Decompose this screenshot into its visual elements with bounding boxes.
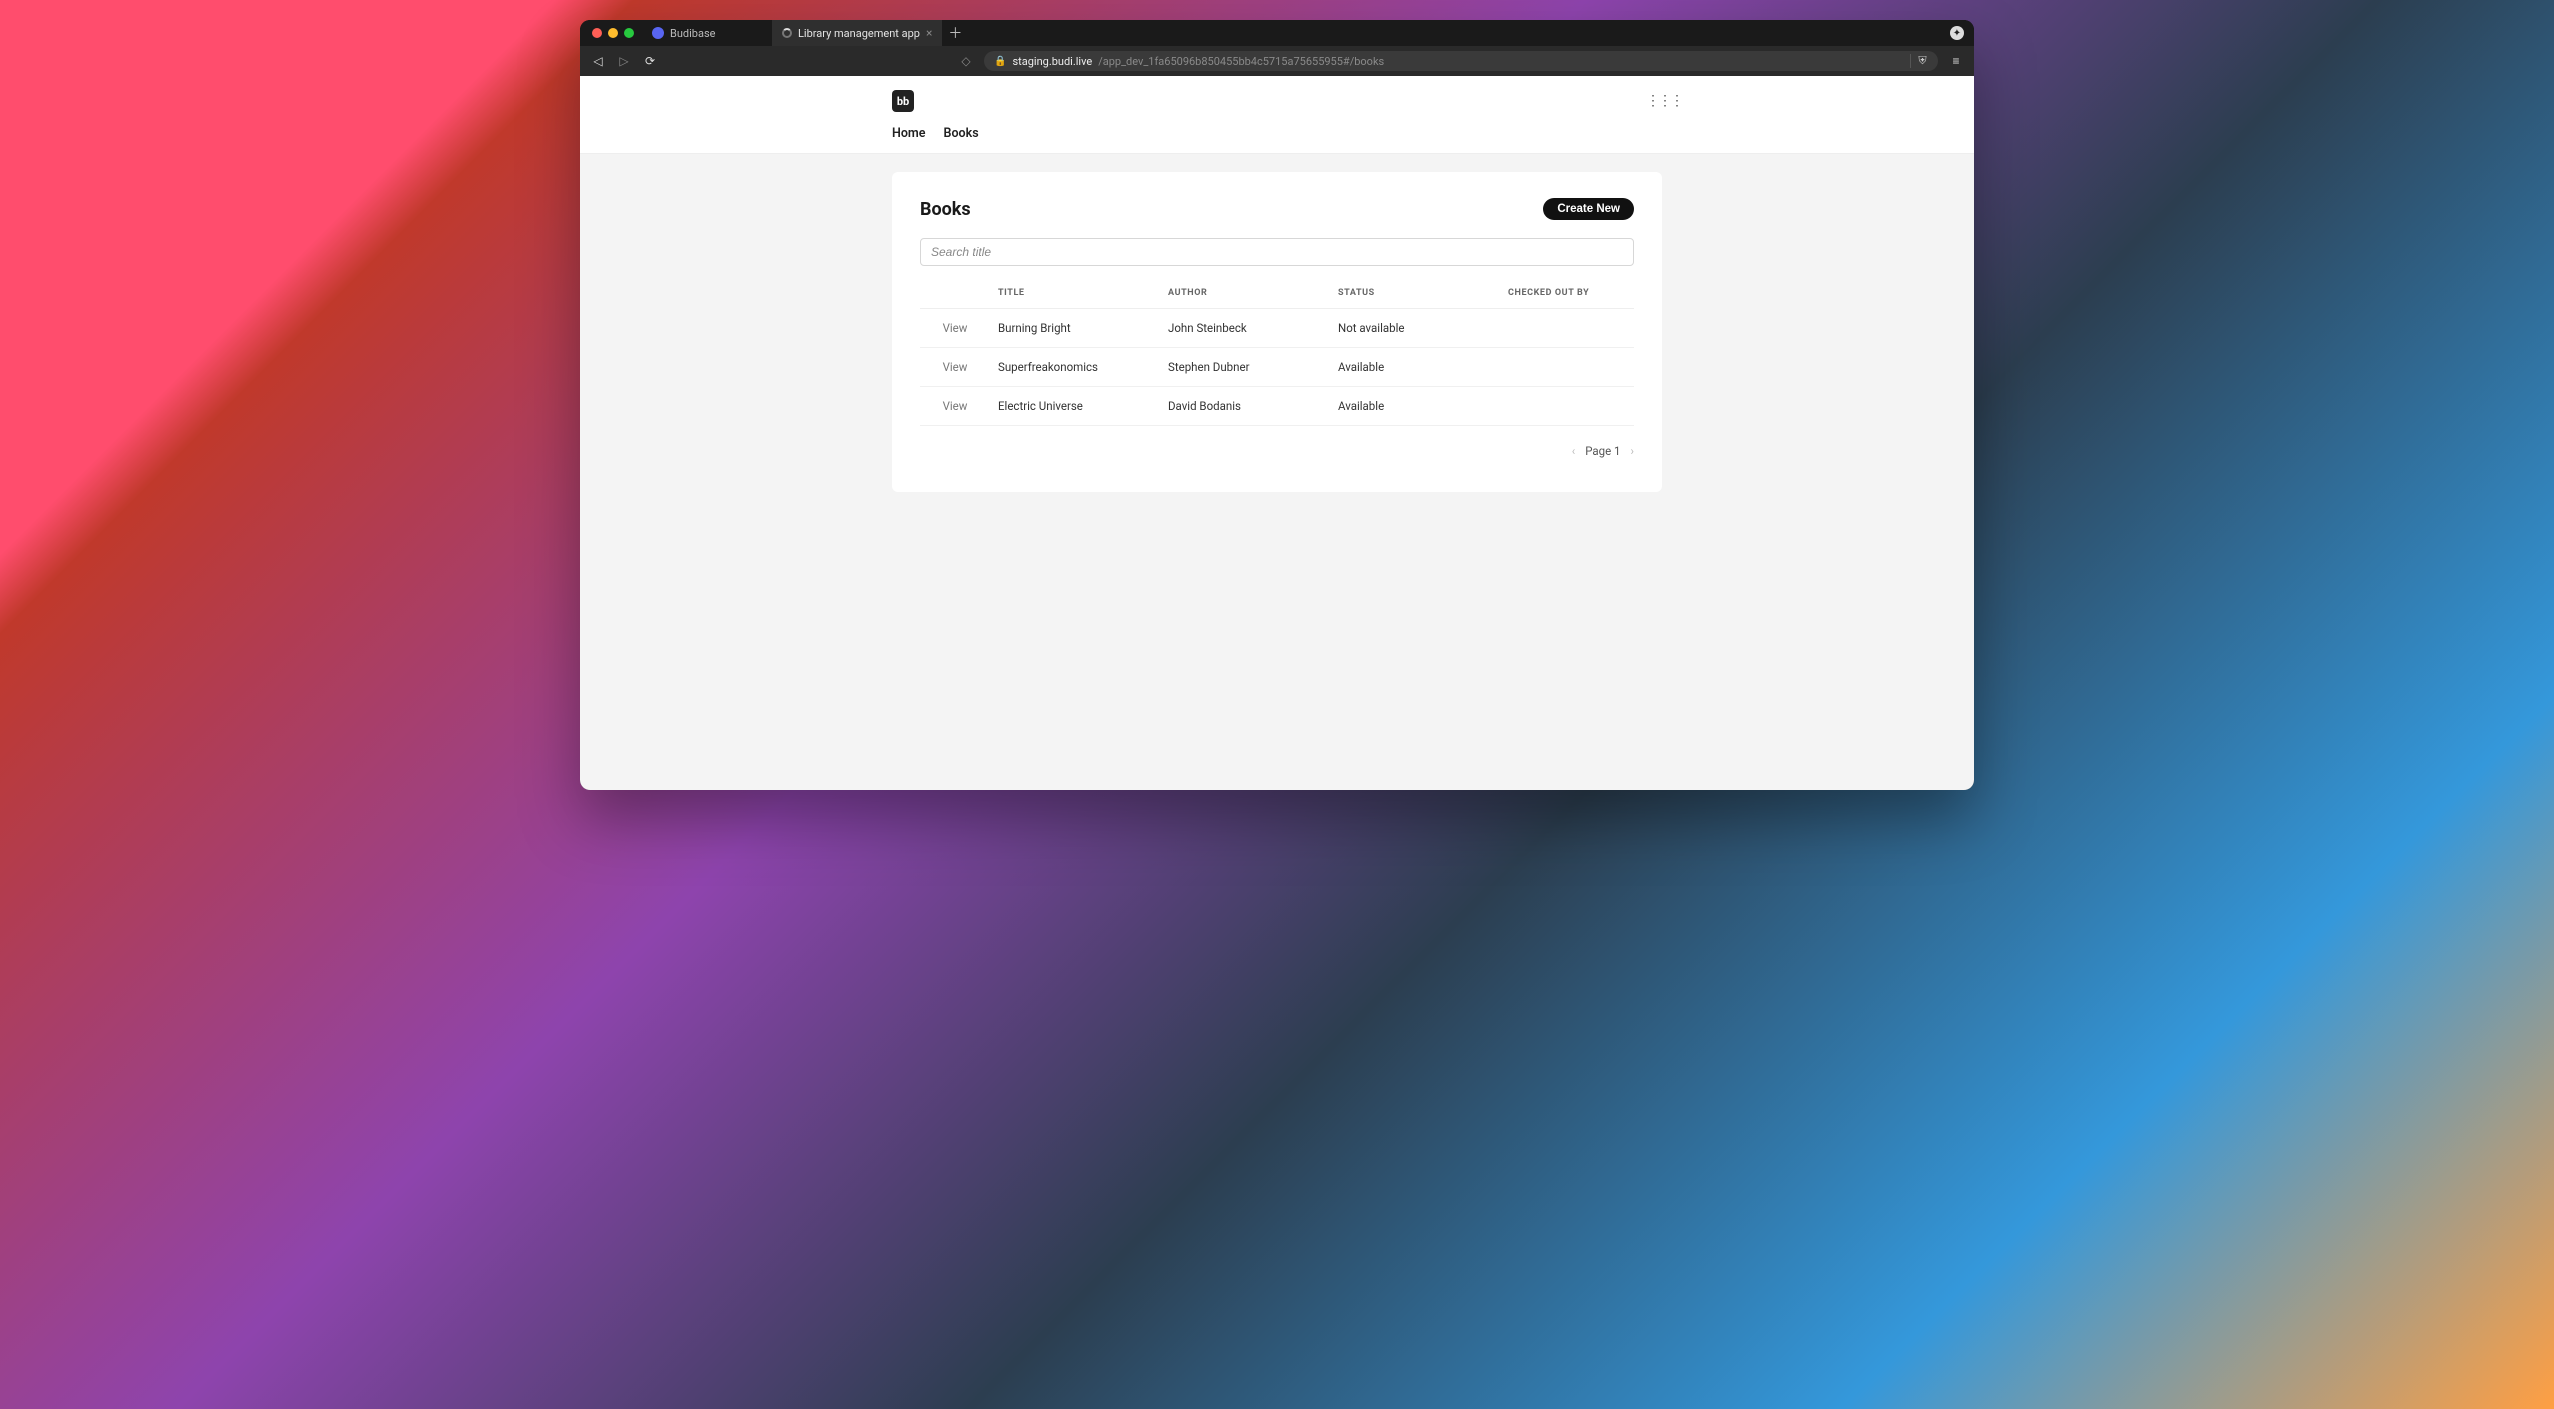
col-status: STATUS [1330,276,1500,309]
window-minimize-icon[interactable] [608,28,618,38]
view-link[interactable]: View [920,309,990,348]
browser-tab-strip: Budibase Library management app × ＋ ✦ [580,20,1974,46]
table-row: View Electric Universe David Bodanis Ava… [920,387,1634,426]
favicon-icon [652,27,664,39]
pagination: ‹ Page 1 › [920,444,1634,458]
books-table: TITLE AUTHOR STATUS CHECKED OUT BY View … [920,276,1634,426]
page-viewport: bb ⋮⋮⋮ Home Books Books Create New [580,76,1974,790]
shield-icon[interactable]: ⛨ [1910,54,1928,68]
url-path: /app_dev_1fa65096b850455bb4c5715a7565595… [1098,55,1384,68]
tab-label: Library management app [798,27,920,40]
new-tab-button[interactable]: ＋ [942,20,968,46]
forward-button[interactable]: ▷ [616,54,632,68]
bookmark-icon[interactable]: ◇ [958,54,974,68]
page-prev-icon[interactable]: ‹ [1572,444,1575,458]
col-view [920,276,990,309]
cell-status: Available [1330,387,1500,426]
col-checked-out: CHECKED OUT BY [1500,276,1634,309]
cell-checked-out-by [1500,348,1634,387]
cell-title: Superfreakonomics [990,348,1160,387]
reload-button[interactable]: ⟳ [642,54,658,68]
nav-home[interactable]: Home [892,126,926,141]
page-next-icon[interactable]: › [1631,444,1634,458]
cell-checked-out-by [1500,387,1634,426]
cell-checked-out-by [1500,309,1634,348]
browser-window: Budibase Library management app × ＋ ✦ ◁ … [580,20,1974,790]
extension-icon[interactable]: ✦ [1950,26,1964,40]
search-input[interactable] [920,238,1634,266]
app-nav: Home Books [892,112,1662,153]
cell-status: Not available [1330,309,1500,348]
create-new-button[interactable]: Create New [1543,198,1634,220]
app-header: bb ⋮⋮⋮ Home Books [580,76,1974,154]
browser-toolbar: ◁ ▷ ⟳ ◇ 🔒 staging.budi.live/app_dev_1fa6… [580,46,1974,76]
col-author: AUTHOR [1160,276,1330,309]
url-host: staging.budi.live [1012,55,1092,68]
page-title: Books [920,199,971,220]
table-row: View Superfreakonomics Stephen Dubner Av… [920,348,1634,387]
close-tab-icon[interactable]: × [926,26,932,40]
browser-tab-budibase[interactable]: Budibase [642,20,772,46]
cell-author: David Bodanis [1160,387,1330,426]
browser-tab-library-app[interactable]: Library management app × [772,20,942,46]
nav-books[interactable]: Books [944,126,979,141]
browser-menu-icon[interactable]: ≡ [1948,54,1964,68]
apps-grid-icon[interactable]: ⋮⋮⋮ [1646,98,1662,104]
back-button[interactable]: ◁ [590,54,606,68]
cell-status: Available [1330,348,1500,387]
cell-author: John Steinbeck [1160,309,1330,348]
window-controls [588,20,642,46]
table-header-row: TITLE AUTHOR STATUS CHECKED OUT BY [920,276,1634,309]
window-zoom-icon[interactable] [624,28,634,38]
loading-icon [782,28,792,38]
books-card: Books Create New TITLE AUTHOR STATUS [892,172,1662,492]
cell-title: Electric Universe [990,387,1160,426]
col-title: TITLE [990,276,1160,309]
brand-logo[interactable]: bb [892,90,914,112]
window-close-icon[interactable] [592,28,602,38]
view-link[interactable]: View [920,387,990,426]
page-indicator: Page 1 [1585,444,1620,458]
tab-label: Budibase [670,27,715,40]
lock-icon: 🔒 [994,56,1006,67]
cell-author: Stephen Dubner [1160,348,1330,387]
table-row: View Burning Bright John Steinbeck Not a… [920,309,1634,348]
address-bar[interactable]: 🔒 staging.budi.live/app_dev_1fa65096b850… [984,51,1938,71]
cell-title: Burning Bright [990,309,1160,348]
view-link[interactable]: View [920,348,990,387]
